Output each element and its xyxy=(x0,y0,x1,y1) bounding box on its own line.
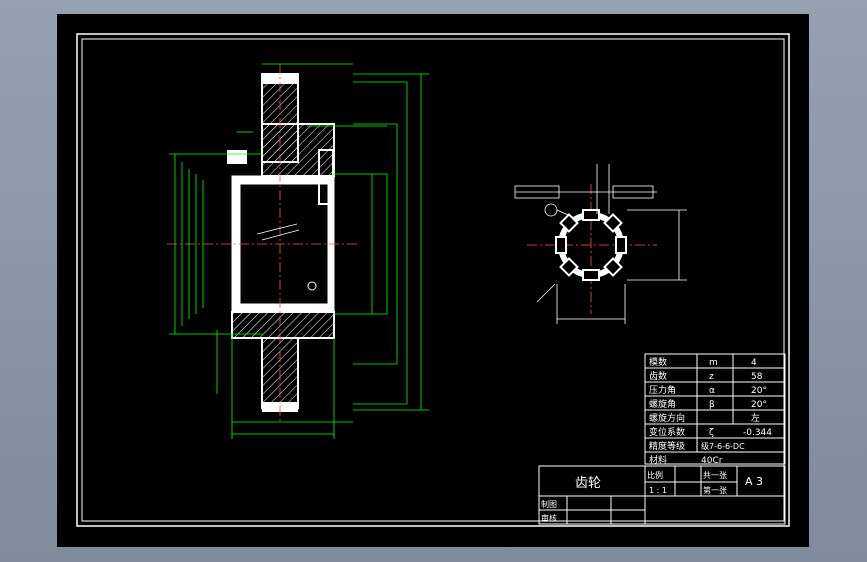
param-value-5: -0.344 xyxy=(743,428,772,438)
drawing-canvas: 模数 m 4 齿数 z 58 压力角 α 20° 螺旋角 β 20° 螺旋方向 … xyxy=(76,33,790,527)
param-name-5: 变位系数 xyxy=(649,426,685,438)
param-name-3: 螺旋角 xyxy=(649,398,676,410)
cad-viewport: 模数 m 4 齿数 z 58 压力角 α 20° 螺旋角 β 20° 螺旋方向 … xyxy=(0,0,867,562)
param-value-4: 左 xyxy=(751,412,760,424)
scale-label: 比例 xyxy=(647,470,663,480)
param-value-6: 级7-6-6-DC xyxy=(701,441,745,451)
param-value-0: 4 xyxy=(751,358,757,368)
param-name-6: 精度等级 xyxy=(649,440,685,452)
sheet-total: 共一张 xyxy=(703,471,727,480)
material-label: 材料 xyxy=(649,454,667,466)
param-value-2: 20° xyxy=(751,386,767,396)
parameter-table: 模数 m 4 齿数 z 58 压力角 α 20° 螺旋角 β 20° 螺旋方向 … xyxy=(644,353,786,466)
param-symbol-1: z xyxy=(709,372,714,382)
scale-value: 1 : 1 xyxy=(649,486,667,495)
param-symbol-5: ζ xyxy=(709,428,714,438)
title-block: 齿轮 比例 1 : 1 共一张 第一张 A 3 制图 审核 xyxy=(538,465,786,525)
param-name-4: 螺旋方向 xyxy=(649,412,685,424)
spline-end-view xyxy=(527,184,657,314)
param-symbol-3: β xyxy=(709,400,715,410)
drawn-by-label: 制图 xyxy=(541,499,557,509)
param-symbol-0: m xyxy=(709,358,718,368)
param-value-1: 58 xyxy=(751,372,763,382)
drawing-sheet: 模数 m 4 齿数 z 58 压力角 α 20° 螺旋角 β 20° 螺旋方向 … xyxy=(57,14,809,547)
param-symbol-2: α xyxy=(709,386,715,396)
param-name-2: 压力角 xyxy=(649,384,676,396)
gear-section-view xyxy=(167,64,357,424)
sheet-number: 第一张 xyxy=(703,485,727,495)
paper-size: A 3 xyxy=(745,475,763,488)
param-name-1: 齿数 xyxy=(649,370,667,382)
part-name: 齿轮 xyxy=(575,476,601,491)
param-value-3: 20° xyxy=(751,400,767,410)
checked-by-label: 审核 xyxy=(541,513,557,523)
param-name-0: 模数 xyxy=(649,356,667,368)
material-value: 40Cr xyxy=(701,456,723,466)
end-view-dimensions xyxy=(514,164,687,324)
